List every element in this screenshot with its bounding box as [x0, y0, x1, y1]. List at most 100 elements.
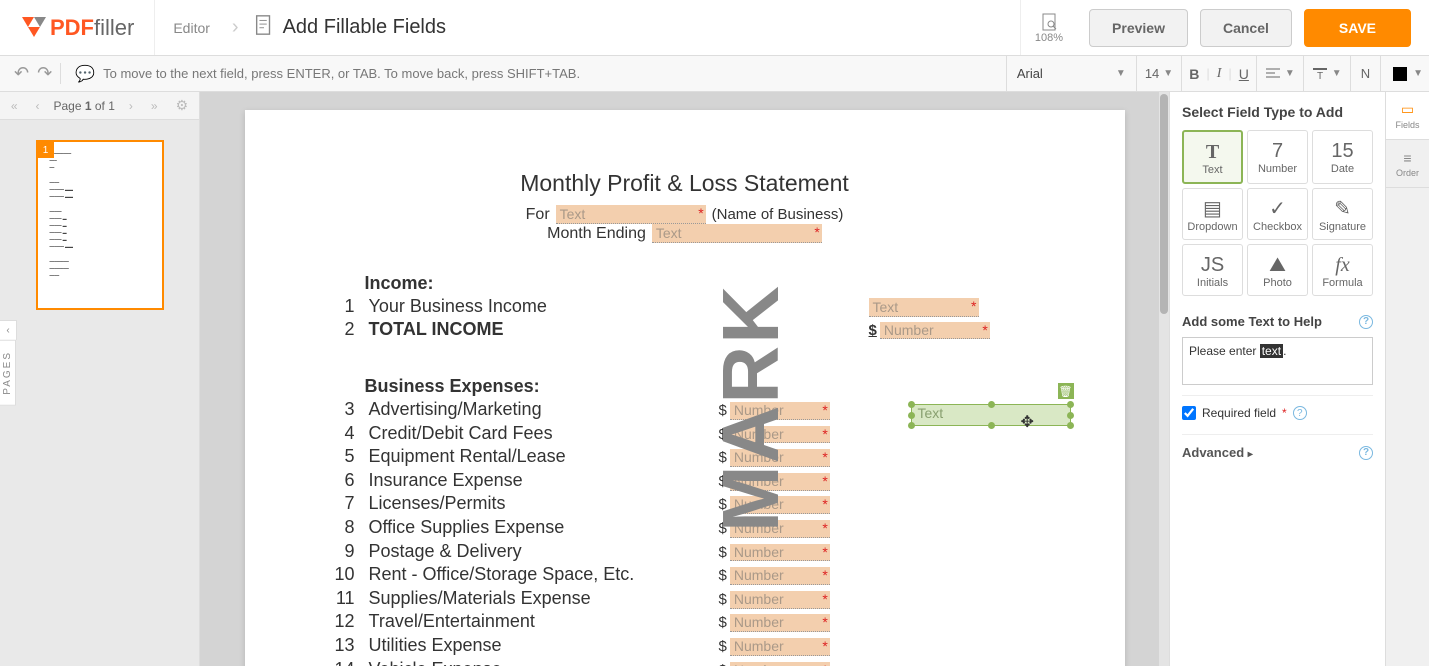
chevron-down-icon: ▼ [1285, 68, 1295, 79]
expense-field[interactable]: Number* [730, 473, 830, 491]
expense-field[interactable]: Number* [730, 662, 830, 666]
business-name-field[interactable]: Text* [556, 205, 706, 224]
page-prev-button[interactable]: ‹ [32, 97, 44, 115]
preview-button[interactable]: Preview [1089, 9, 1188, 47]
thumbnail-sidebar: « ‹ Page 1 of 1 › » ⚙ 1 ━━━━━━━━━━━━━━━━… [0, 92, 200, 666]
income-section-label: Income: [365, 273, 1035, 294]
active-text-field[interactable]: 🗑 Text [911, 404, 1071, 426]
underline-button[interactable]: U [1232, 66, 1256, 82]
row-label: Travel/Entertainment [369, 611, 659, 633]
breadcrumb-current: Add Fillable Fields [243, 14, 446, 42]
redo-button[interactable]: ↷ [37, 63, 52, 84]
resize-handle[interactable] [908, 401, 915, 408]
row-label: Equipment Rental/Lease [369, 446, 659, 468]
help-info-icon[interactable]: ? [1359, 446, 1373, 460]
field-type-dropdown[interactable]: ▤Dropdown [1182, 188, 1243, 240]
expense-field[interactable]: Number* [730, 402, 830, 420]
row-number: 3 [335, 399, 369, 421]
resize-handle[interactable] [1067, 422, 1074, 429]
italic-button[interactable]: I [1210, 66, 1229, 82]
required-checkbox[interactable] [1182, 406, 1196, 420]
resize-handle[interactable] [908, 412, 915, 419]
expense-field[interactable]: Number* [730, 496, 830, 514]
income-field[interactable]: Number* [880, 322, 990, 339]
field-type-date[interactable]: 15Date [1312, 130, 1373, 184]
page-next-button[interactable]: › [125, 97, 137, 115]
advanced-toggle[interactable]: Advanced ▸ ? [1182, 434, 1373, 470]
month-ending-field[interactable]: Text* [652, 224, 822, 243]
pages-tab[interactable]: PAGES [0, 340, 16, 406]
field-type-icon: ⛰ [1248, 253, 1307, 277]
resize-handle[interactable] [988, 401, 995, 408]
field-type-label: Checkbox [1253, 221, 1302, 233]
expense-field[interactable]: Number* [730, 638, 830, 656]
expense-field[interactable]: Number* [730, 544, 830, 562]
page-first-button[interactable]: « [7, 97, 22, 115]
tab-fields[interactable]: ▭ Fields [1386, 92, 1429, 140]
field-type-photo[interactable]: ⛰Photo [1247, 244, 1308, 296]
help-text-title: Add some Text to Help ? [1182, 314, 1373, 329]
help-info-icon[interactable]: ? [1293, 406, 1307, 420]
logo[interactable]: PDFfiller [0, 0, 154, 55]
font-size-value: 14 [1145, 66, 1159, 81]
document-page[interactable]: Monthly Profit & Loss Statement For Text… [245, 110, 1125, 666]
zoom-indicator[interactable]: 108% [1020, 0, 1077, 55]
canvas[interactable]: Monthly Profit & Loss Statement For Text… [200, 92, 1169, 666]
normal-style-button[interactable]: N [1351, 56, 1381, 91]
field-type-icon: T [1184, 140, 1241, 164]
help-text-input[interactable]: Please enter text. [1182, 337, 1373, 385]
income-row: 1Your Business IncomeText* [335, 296, 1035, 317]
resize-handle[interactable] [1067, 412, 1074, 419]
text-color-picker[interactable]: ▼ [1381, 67, 1429, 81]
font-size-select[interactable]: 14 ▼ [1137, 56, 1182, 91]
income-field[interactable]: Text* [869, 298, 979, 317]
expense-field[interactable]: Number* [730, 520, 830, 538]
tab-order[interactable]: ≡ Order [1386, 140, 1429, 188]
page-last-button[interactable]: » [147, 97, 162, 115]
field-type-checkbox[interactable]: ✓Checkbox [1247, 188, 1308, 240]
resize-handle[interactable] [1067, 401, 1074, 408]
horizontal-align-group[interactable]: ▼ [1257, 56, 1304, 91]
expense-field[interactable]: Number* [730, 426, 830, 444]
gear-icon[interactable]: ⚙ [172, 95, 193, 116]
format-toolbar: ↶ ↷ 💬 To move to the next field, press E… [0, 56, 1429, 92]
chevron-down-icon: ▼ [1116, 68, 1126, 79]
page-thumbnail[interactable]: 1 ━━━━━━━━━━━━━━━━━━━━━━━━ ▬▬━━━━━━ ▬▬━━… [36, 140, 164, 310]
svg-text:T: T [1317, 71, 1323, 81]
vertical-align-group[interactable]: T ▼ [1304, 56, 1351, 91]
trash-icon[interactable]: 🗑 [1058, 383, 1074, 399]
field-type-signature[interactable]: ✎Signature [1312, 188, 1373, 240]
resize-handle[interactable] [988, 422, 995, 429]
row-number: 12 [335, 611, 369, 633]
document-title: Monthly Profit & Loss Statement [335, 170, 1035, 197]
expense-section-label: Business Expenses: [365, 376, 1035, 397]
expense-field[interactable]: Number* [730, 614, 830, 632]
font-family-select[interactable]: Arial ▼ [1007, 56, 1137, 91]
help-info-icon[interactable]: ? [1359, 315, 1373, 329]
scrollbar[interactable] [1159, 92, 1169, 666]
scrollbar-thumb[interactable] [1160, 94, 1168, 314]
expense-field[interactable]: Number* [730, 567, 830, 585]
save-button[interactable]: SAVE [1304, 9, 1411, 47]
expense-row: 14Vehicle Expense$Number* [335, 659, 1035, 666]
field-type-text[interactable]: TText [1182, 130, 1243, 184]
align-left-icon [1265, 67, 1281, 81]
field-type-number[interactable]: 7Number [1247, 130, 1308, 184]
expense-field[interactable]: Number* [730, 449, 830, 467]
resize-handle[interactable] [908, 422, 915, 429]
cancel-button[interactable]: Cancel [1200, 9, 1292, 47]
expense-row: 10Rent - Office/Storage Space, Etc.$Numb… [335, 564, 1035, 586]
field-type-initials[interactable]: JSInitials [1182, 244, 1243, 296]
expense-field[interactable]: Number* [730, 591, 830, 609]
field-type-label: Date [1331, 163, 1354, 175]
zoom-page-icon [1040, 12, 1058, 32]
collapse-sidebar-button[interactable]: ‹ [0, 320, 17, 340]
field-type-label: Photo [1263, 277, 1292, 289]
breadcrumb-editor[interactable]: Editor [154, 0, 228, 55]
active-field-placeholder: Text [912, 405, 944, 421]
undo-button[interactable]: ↶ [14, 63, 29, 84]
expense-row: 12Travel/Entertainment$Number* [335, 611, 1035, 633]
field-type-formula[interactable]: fxFormula [1312, 244, 1373, 296]
document-fields-icon [253, 14, 275, 42]
bold-button[interactable]: B [1182, 66, 1206, 82]
